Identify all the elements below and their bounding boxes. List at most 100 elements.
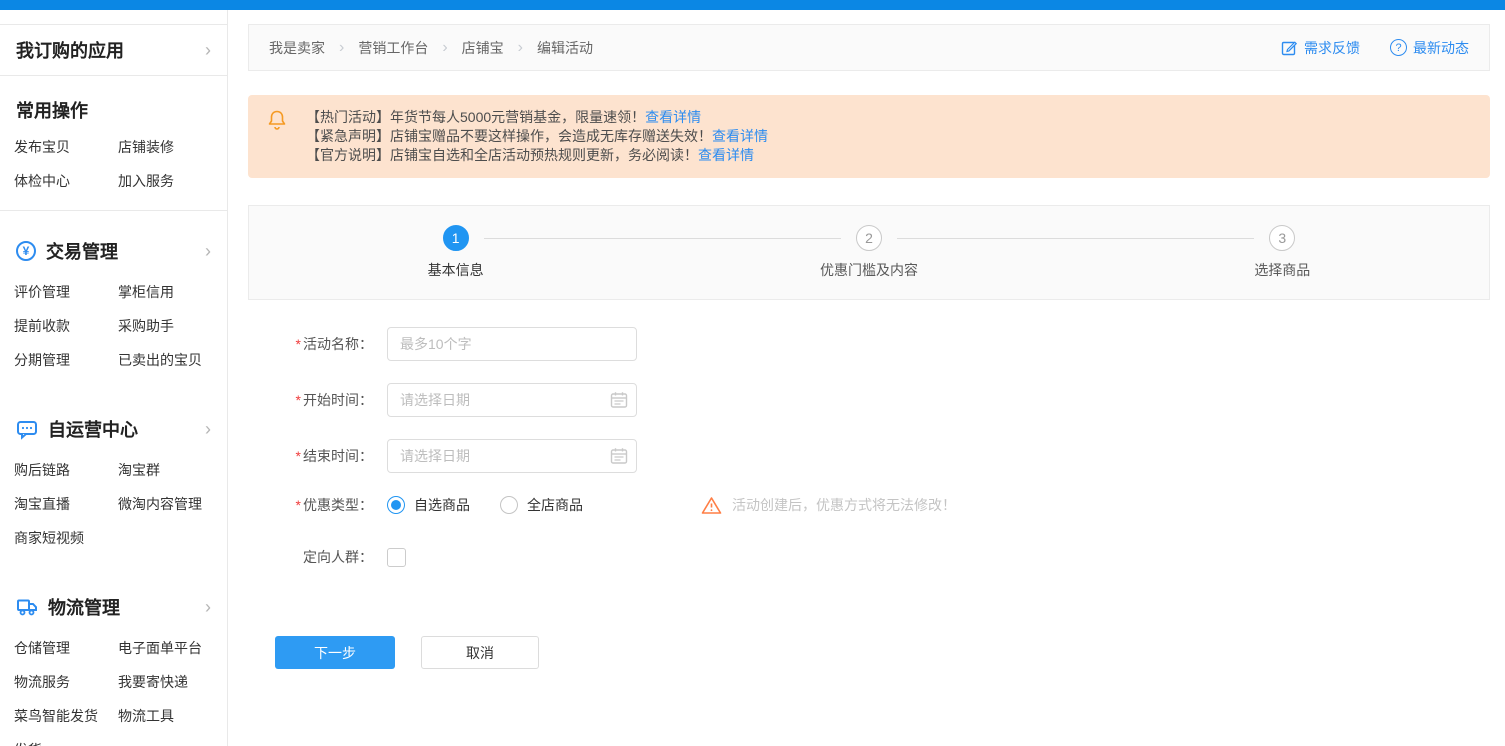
sidebar-item[interactable]: 微淘内容管理 bbox=[118, 487, 227, 521]
latest-news-link[interactable]: ? 最新动态 bbox=[1390, 38, 1469, 58]
question-circle-icon: ? bbox=[1390, 39, 1407, 56]
notice-detail-link[interactable]: 查看详情 bbox=[645, 109, 701, 125]
sidebar-item[interactable]: 体检中心 bbox=[14, 164, 118, 198]
sidebar-item[interactable]: 发货 bbox=[14, 733, 118, 746]
notice-detail-link[interactable]: 查看详情 bbox=[698, 147, 754, 163]
step-label: 优惠门槛及内容 bbox=[819, 262, 918, 278]
sidebar-item[interactable]: 商家短视频 bbox=[14, 521, 118, 555]
chevron-right-icon: › bbox=[205, 419, 211, 439]
sidebar-item[interactable]: 仓储管理 bbox=[14, 631, 118, 665]
calendar-icon[interactable] bbox=[610, 391, 628, 409]
sidebar-item[interactable]: 淘宝直播 bbox=[14, 487, 118, 521]
sidebar-item[interactable]: 提前收款 bbox=[14, 309, 118, 343]
start-time-label: * 开始时间： bbox=[295, 392, 373, 408]
radio-label[interactable]: 全店商品 bbox=[527, 495, 583, 515]
sidebar-item[interactable]: 发布宝贝 bbox=[14, 130, 118, 164]
sidebar-item[interactable]: 分期管理 bbox=[14, 343, 118, 377]
end-date-picker bbox=[387, 439, 637, 473]
step-number: 1 bbox=[442, 225, 469, 251]
truck-icon bbox=[16, 596, 38, 618]
sidebar-section-self-operation: 自运营中心 › 购后链路 淘宝群 淘宝直播 微淘内容管理 商家短视频 bbox=[0, 389, 227, 567]
sidebar-item[interactable]: 物流工具 bbox=[118, 699, 227, 733]
notice-line: 【官方说明】店铺宝自选和全店活动预热规则更新，务必阅读！查看详情 bbox=[306, 146, 1470, 165]
required-mark: * bbox=[295, 392, 301, 408]
breadcrumb-separator: › bbox=[517, 38, 523, 56]
form-row-end-time: * 结束时间： bbox=[275, 439, 1490, 473]
target-group-checkbox[interactable] bbox=[387, 547, 406, 567]
sidebar-item-trade-management[interactable]: ¥ 交易管理 › bbox=[0, 227, 227, 275]
sidebar-section-trade: ¥ 交易管理 › 评价管理 掌柜信用 提前收款 采购助手 分期管理 已卖出的宝贝 bbox=[0, 211, 227, 389]
radio-label[interactable]: 自选商品 bbox=[414, 495, 470, 515]
radio-whole-store[interactable] bbox=[500, 496, 518, 514]
chevron-right-icon: › bbox=[205, 241, 211, 261]
sidebar-item[interactable]: 淘宝群 bbox=[118, 453, 227, 487]
step-connector bbox=[897, 238, 1255, 239]
breadcrumb-item[interactable]: 我是卖家 bbox=[269, 38, 325, 58]
warning-text: 活动创建后，优惠方式将无法修改！ bbox=[732, 497, 956, 513]
step-label: 基本信息 bbox=[427, 262, 484, 278]
required-mark: * bbox=[295, 336, 301, 352]
radio-selected-products[interactable] bbox=[387, 496, 405, 514]
breadcrumb-item[interactable]: 营销工作台 bbox=[358, 38, 428, 58]
form-row-discount-type: * 优惠类型： 自选商品 全店商品 活动创建后，优惠方式将无法修改！ bbox=[275, 495, 1490, 515]
cancel-button[interactable]: 取消 bbox=[421, 636, 539, 669]
breadcrumb-item[interactable]: 店铺宝 bbox=[462, 38, 504, 58]
sidebar-item[interactable]: 购后链路 bbox=[14, 453, 118, 487]
next-step-button[interactable]: 下一步 bbox=[275, 636, 395, 669]
section-title: 物流管理 bbox=[48, 598, 120, 618]
sidebar: 我订购的应用 › 常用操作 发布宝贝 店铺装修 体检中心 加入服务 ¥ 交易管理… bbox=[0, 10, 228, 746]
section-title: 交易管理 bbox=[46, 242, 118, 262]
chevron-right-icon: › bbox=[205, 40, 211, 60]
sidebar-item-self-operation-center[interactable]: 自运营中心 › bbox=[0, 405, 227, 453]
sidebar-item[interactable]: 菜鸟智能发货 bbox=[14, 699, 118, 733]
step-connector bbox=[483, 238, 841, 239]
sidebar-item[interactable]: 电子面单平台 bbox=[118, 631, 227, 665]
sidebar-item-my-apps[interactable]: 我订购的应用 › bbox=[0, 24, 227, 76]
latest-news-label: 最新动态 bbox=[1413, 39, 1469, 56]
my-apps-label: 我订购的应用 bbox=[16, 41, 124, 61]
discount-warning: 活动创建后，优惠方式将无法修改！ bbox=[701, 495, 956, 515]
end-date-input[interactable] bbox=[387, 439, 637, 473]
bell-icon bbox=[266, 109, 288, 133]
step-label: 选择商品 bbox=[1254, 262, 1311, 278]
target-group-label: 定向人群： bbox=[303, 549, 373, 565]
sidebar-item[interactable]: 加入服务 bbox=[118, 164, 227, 198]
start-date-input[interactable] bbox=[387, 383, 637, 417]
form-row-activity-name: * 活动名称： bbox=[275, 327, 1490, 361]
required-mark: * bbox=[295, 497, 301, 513]
sidebar-item[interactable]: 掌柜信用 bbox=[118, 275, 227, 309]
sidebar-item[interactable]: 物流服务 bbox=[14, 665, 118, 699]
stepper: 1 基本信息 2 优惠门槛及内容 3 选择商品 bbox=[249, 206, 1489, 299]
trade-items: 评价管理 掌柜信用 提前收款 采购助手 分期管理 已卖出的宝贝 bbox=[0, 275, 227, 377]
step-basic-info: 1 基本信息 bbox=[249, 225, 662, 299]
activity-name-label: * 活动名称： bbox=[295, 336, 373, 352]
notice-detail-link[interactable]: 查看详情 bbox=[712, 128, 768, 144]
section-title: 自运营中心 bbox=[48, 420, 138, 440]
sidebar-item[interactable]: 已卖出的宝贝 bbox=[118, 343, 227, 377]
yen-circle-icon: ¥ bbox=[16, 241, 36, 261]
activity-form: *活动名称： *开始时间： bbox=[275, 327, 1490, 669]
chevron-right-icon: › bbox=[205, 597, 211, 617]
common-ops-items: 发布宝贝 店铺装修 体检中心 加入服务 bbox=[0, 130, 227, 198]
sidebar-item[interactable]: 评价管理 bbox=[14, 275, 118, 309]
sidebar-item[interactable]: 店铺装修 bbox=[118, 130, 227, 164]
breadcrumb-item[interactable]: 编辑活动 bbox=[537, 38, 593, 58]
step-number: 3 bbox=[1269, 225, 1296, 251]
step-discount-threshold: 2 优惠门槛及内容 bbox=[662, 225, 1075, 299]
notice-line: 【热门活动】年货节每人5000元营销基金，限量速领！查看详情 bbox=[306, 108, 1470, 127]
breadcrumb-separator: › bbox=[339, 38, 345, 56]
sidebar-item[interactable]: 我要寄快递 bbox=[118, 665, 227, 699]
notice-text: 【热门活动】年货节每人5000元营销基金，限量速领！ bbox=[306, 109, 646, 125]
activity-name-input[interactable] bbox=[387, 327, 637, 361]
feedback-link[interactable]: 需求反馈 bbox=[1281, 38, 1360, 58]
top-accent-bar bbox=[0, 0, 1505, 10]
sidebar-item[interactable]: 采购助手 bbox=[118, 309, 227, 343]
notice-banner: 【热门活动】年货节每人5000元营销基金，限量速领！查看详情 【紧急声明】店铺宝… bbox=[248, 95, 1490, 178]
form-actions: 下一步 取消 bbox=[275, 636, 1490, 669]
step-number: 2 bbox=[855, 225, 882, 251]
sidebar-section-common-ops: 常用操作 发布宝贝 店铺装修 体检中心 加入服务 bbox=[0, 76, 227, 211]
section-title: 常用操作 bbox=[16, 101, 88, 121]
calendar-icon[interactable] bbox=[610, 447, 628, 465]
header-links: 需求反馈 ? 最新动态 bbox=[1281, 38, 1469, 58]
sidebar-item-logistics-management[interactable]: 物流管理 › bbox=[0, 583, 227, 631]
